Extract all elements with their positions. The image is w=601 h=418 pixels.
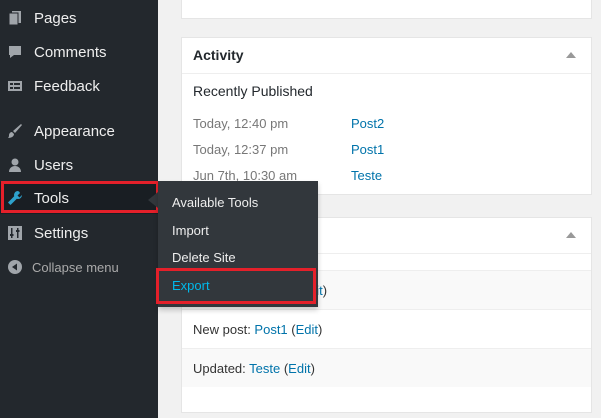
activity-row: New post: Post1 (Edit): [182, 309, 591, 348]
sidebar-item-tools[interactable]: Tools: [0, 182, 158, 214]
edit-link[interactable]: Edit: [296, 322, 318, 337]
post-link[interactable]: Post2: [351, 116, 384, 131]
collapse-toggle-icon[interactable]: [566, 52, 576, 58]
top-dashboard-widget: [181, 0, 592, 19]
edit-link[interactable]: Edit: [288, 361, 310, 376]
collapse-toggle-icon[interactable]: [566, 232, 576, 238]
submenu-item-import[interactable]: Import: [172, 223, 209, 238]
sidebar-item-users[interactable]: Users: [0, 148, 158, 182]
collapse-icon: [6, 258, 24, 276]
published-row: Today, 12:40 pm Post2: [193, 116, 573, 134]
sidebar-item-pages[interactable]: Pages: [0, 1, 158, 35]
feedback-icon: [6, 77, 24, 95]
submenu-item-available-tools[interactable]: Available Tools: [172, 195, 258, 210]
sidebar-item-label: Users: [34, 156, 74, 174]
activity-widget: Activity Recently Published Today, 12:40…: [181, 37, 592, 195]
comments-icon: [6, 43, 24, 61]
brush-icon: [6, 122, 24, 140]
sidebar-item-label: Tools: [34, 189, 70, 207]
post-link[interactable]: Teste: [249, 361, 280, 376]
flyout-pointer: [148, 192, 158, 208]
activity-row-text: New post: Post1 (Edit): [193, 322, 323, 337]
published-row: Today, 12:37 pm Post1: [193, 142, 573, 160]
sidebar-item-label: Pages: [34, 9, 77, 27]
export-highlight-box: [156, 268, 316, 304]
sidebar-item-feedback[interactable]: Feedback: [0, 69, 158, 103]
activity-row-text: Updated: Teste (Edit): [193, 361, 315, 376]
sliders-icon: [6, 224, 24, 242]
publish-date: Today, 12:37 pm: [193, 142, 289, 157]
post-link[interactable]: Post1: [254, 322, 287, 337]
submenu-item-delete-site[interactable]: Delete Site: [172, 250, 236, 265]
post-link[interactable]: Post1: [351, 142, 384, 157]
sidebar-item-label: Feedback: [34, 77, 100, 95]
sidebar-item-label: Settings: [34, 224, 89, 242]
publish-date: Today, 12:40 pm: [193, 116, 289, 131]
admin-sidebar: Pages Comments Feedback Appearance Users…: [0, 0, 158, 418]
sidebar-item-comments[interactable]: Comments: [0, 35, 158, 69]
user-icon: [6, 156, 24, 174]
sidebar-item-appearance[interactable]: Appearance: [0, 114, 158, 148]
activity-widget-header[interactable]: Activity: [182, 38, 591, 74]
wrench-icon: [6, 189, 24, 207]
widget-title: Activity: [193, 47, 244, 63]
sidebar-item-label: Appearance: [34, 122, 115, 140]
collapse-menu-label: Collapse menu: [32, 259, 119, 275]
sidebar-item-settings[interactable]: Settings: [0, 216, 158, 250]
sidebar-item-label: Comments: [34, 43, 107, 61]
activity-row: Updated: Teste (Edit): [182, 348, 591, 387]
post-link[interactable]: Teste: [351, 168, 382, 183]
recently-published-heading: Recently Published: [193, 83, 313, 99]
collapse-menu-button[interactable]: Collapse menu: [0, 250, 158, 284]
pages-icon: [6, 9, 24, 27]
